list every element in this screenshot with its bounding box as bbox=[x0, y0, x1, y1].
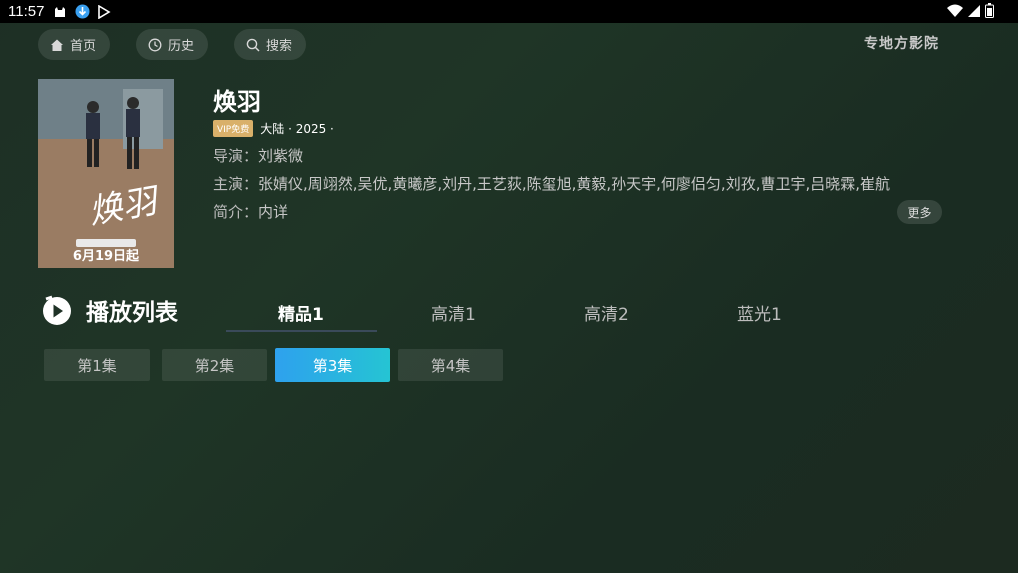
clock-icon bbox=[148, 38, 162, 51]
episode-button-1[interactable]: 第1集 bbox=[44, 349, 150, 381]
status-time: 11:57 bbox=[8, 3, 45, 20]
play-store-icon bbox=[96, 4, 112, 20]
status-right-icons bbox=[947, 3, 994, 22]
director-line: 导演：刘紫微 bbox=[213, 145, 890, 165]
cast-line: 主演：张婧仪,周翊然,吴优,黄曦彦,刘丹,王艺荻,陈玺旭,黄毅,孙天宇,何廖侣匀… bbox=[213, 173, 890, 193]
intro-value: 内详 bbox=[258, 203, 289, 221]
intro-line: 简介：内详 bbox=[213, 201, 890, 221]
source-tab-underline bbox=[226, 330, 377, 332]
battery-icon bbox=[985, 3, 994, 22]
android-cat-icon bbox=[52, 4, 68, 20]
status-bar: 11:57 bbox=[0, 0, 1018, 23]
top-nav: 首页 历史 搜索 bbox=[38, 29, 307, 60]
nav-search-button[interactable]: 搜索 bbox=[234, 29, 307, 60]
signal-icon bbox=[967, 4, 981, 22]
source-tab-1[interactable]: 精品1 bbox=[278, 300, 324, 325]
meta-row: VIP免费 大陆 · 2025 · bbox=[213, 120, 890, 137]
download-notification-icon bbox=[74, 4, 90, 20]
detail-info: 焕羽 VIP免费 大陆 · 2025 · 导演：刘紫微 主演：张婧仪,周翊然,吴… bbox=[213, 82, 890, 221]
nav-history-label: 历史 bbox=[168, 39, 195, 54]
play-circle-icon bbox=[43, 295, 71, 325]
more-button[interactable]: 更多 bbox=[897, 200, 942, 224]
search-icon bbox=[246, 38, 260, 52]
brand-logo: 专地方影院 bbox=[864, 36, 939, 52]
nav-history-button[interactable]: 历史 bbox=[136, 29, 209, 60]
source-tab-2[interactable]: 高清1 bbox=[431, 300, 476, 325]
intro-key: 简介： bbox=[213, 203, 259, 221]
wifi-icon bbox=[947, 4, 963, 22]
nav-home-label: 首页 bbox=[70, 39, 97, 54]
playlist-header: 播放列表 bbox=[41, 293, 178, 327]
nav-home-button[interactable]: 首页 bbox=[38, 29, 111, 60]
home-icon bbox=[51, 39, 63, 51]
director-key: 导演： bbox=[213, 147, 259, 165]
cast-key: 主演： bbox=[213, 175, 259, 193]
episode-button-2[interactable]: 第2集 bbox=[162, 349, 267, 381]
poster-caption: 6月19日起 bbox=[72, 249, 140, 264]
nav-search-label: 搜索 bbox=[266, 39, 293, 54]
region-year: 大陆 · 2025 · bbox=[260, 122, 334, 136]
episode-button-4[interactable]: 第4集 bbox=[398, 349, 503, 381]
vip-badge: VIP免费 bbox=[213, 120, 254, 137]
source-tab-4[interactable]: 蓝光1 bbox=[737, 300, 782, 325]
director-value: 刘紫微 bbox=[258, 147, 304, 165]
source-tab-3[interactable]: 高清2 bbox=[584, 300, 629, 325]
detail-title: 焕羽 bbox=[213, 88, 261, 116]
poster-image: 焕羽 6月19日起 bbox=[38, 79, 174, 268]
episode-button-3[interactable]: 第3集 bbox=[275, 348, 390, 382]
cast-value: 张婧仪,周翊然,吴优,黄曦彦,刘丹,王艺荻,陈玺旭,黄毅,孙天宇,何廖侣匀,刘孜… bbox=[258, 175, 891, 193]
playlist-title: 播放列表 bbox=[86, 300, 178, 326]
